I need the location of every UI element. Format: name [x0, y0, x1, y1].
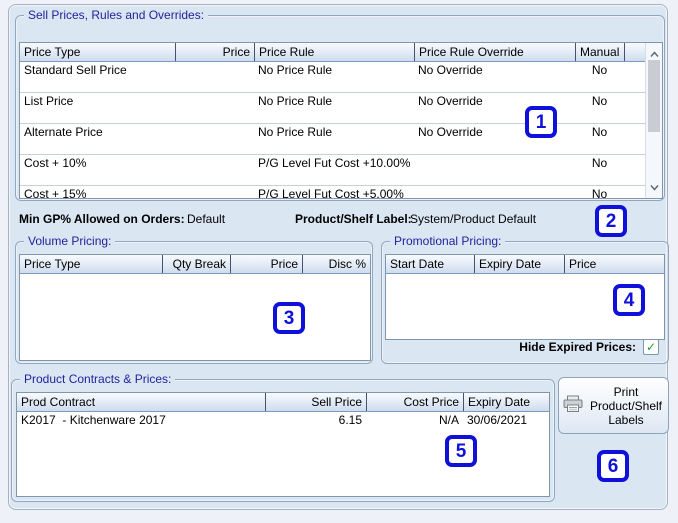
price-cell: $8.00 i$8.80	[175, 62, 254, 92]
filler-cell	[624, 62, 646, 92]
col-sell-price[interactable]: Sell Price	[265, 393, 366, 411]
pricing-panel-frame: Sell Prices, Rules and Overrides: Price …	[8, 4, 668, 510]
print-labels-button[interactable]: Print Product/Shelf Labels	[558, 377, 669, 434]
price-rule-cell: P/G Level Fut Cost +5.00%	[254, 186, 414, 199]
sell-prices-table[interactable]: Price Type Price Price Rule Price Rule O…	[19, 42, 663, 199]
callout-1: 1	[525, 106, 557, 138]
filler-cell	[624, 93, 646, 123]
scroll-down-icon[interactable]	[646, 180, 662, 194]
price-cell: $4.20	[175, 186, 254, 199]
cost-price-cell: N/A	[366, 412, 463, 432]
sell-prices-title: Sell Prices, Rules and Overrides:	[24, 8, 208, 22]
col-vol-price-type[interactable]: Price Type	[20, 255, 162, 273]
product-contracts-header-row: Prod Contract Sell Price Cost Price Expi…	[17, 393, 549, 412]
col-start-date[interactable]: Start Date	[386, 255, 474, 273]
col-price-type[interactable]: Price Type	[20, 43, 175, 61]
col-manual[interactable]: Manual	[575, 43, 624, 61]
price-type-cell: Cost + 15%	[20, 186, 175, 199]
col-cost-price[interactable]: Cost Price	[366, 393, 463, 411]
price-type-cell: Standard Sell Price	[20, 62, 175, 92]
manual-cell: No	[575, 62, 624, 92]
scrollbar-thumb[interactable]	[648, 60, 660, 132]
callout-2: 2	[595, 205, 627, 237]
checkmark-icon: ✓	[646, 341, 656, 353]
price-cell: $7.50 i$8.25	[175, 124, 254, 154]
manual-cell: No	[575, 155, 624, 185]
override-cell	[414, 186, 575, 199]
promotional-pricing-title: Promotional Pricing:	[390, 234, 505, 248]
product-contracts-title: Product Contracts & Prices:	[20, 372, 175, 386]
sell-prices-groupbox: Sell Prices, Rules and Overrides: Price …	[15, 15, 665, 201]
callout-3: 3	[273, 302, 305, 334]
override-cell	[414, 155, 575, 185]
sell-price-cell: 6.15	[265, 412, 366, 432]
shelf-label-label: Product/Shelf Label:	[295, 212, 412, 226]
sell-price-row[interactable]: Standard Sell Price $8.00 i$8.80 No Pric…	[20, 62, 646, 93]
manual-cell: No	[575, 124, 624, 154]
callout-6: 6	[597, 450, 629, 482]
col-promo-price[interactable]: Price	[564, 255, 664, 273]
product-contracts-body: K2017 - Kitchenware 2017 6.15 N/A 30/06/…	[17, 412, 549, 432]
callout-4: 4	[613, 284, 645, 316]
printer-icon	[563, 395, 583, 416]
hide-expired-label: Hide Expired Prices:	[519, 340, 636, 354]
col-expiry-date[interactable]: Expiry Date	[474, 255, 564, 273]
sell-prices-header-row: Price Type Price Price Rule Price Rule O…	[20, 43, 646, 62]
volume-pricing-table[interactable]: Price Type Qty Break Price Disc %	[19, 254, 371, 361]
sell-price-row[interactable]: Cost + 15% $4.20 P/G Level Fut Cost +5.0…	[20, 186, 646, 199]
expiry-cell: 30/06/2021	[463, 412, 549, 432]
col-filler	[624, 43, 646, 61]
filler-cell	[624, 155, 646, 185]
col-vol-price[interactable]: Price	[230, 255, 302, 273]
contract-row[interactable]: K2017 - Kitchenware 2017 6.15 N/A 30/06/…	[17, 412, 549, 432]
col-price-rule-override[interactable]: Price Rule Override	[414, 43, 575, 61]
filler-cell	[624, 124, 646, 154]
price-cell: $6.50 i$7.15	[175, 93, 254, 123]
scroll-up-icon[interactable]	[646, 47, 662, 61]
price-type-cell: Cost + 10%	[20, 155, 175, 185]
shelf-label-value: System/Product Default	[410, 212, 536, 226]
volume-pricing-title: Volume Pricing:	[24, 234, 115, 248]
price-type-cell: Alternate Price	[20, 124, 175, 154]
price-rule-cell: No Price Rule	[254, 62, 414, 92]
min-gp-label: Min GP% Allowed on Orders:	[19, 212, 185, 226]
sell-prices-scrollbar[interactable]	[645, 43, 662, 198]
volume-pricing-groupbox: Volume Pricing: Price Type Qty Break Pri…	[15, 241, 373, 364]
manual-cell: No	[575, 93, 624, 123]
print-labels-label: Print Product/Shelf Labels	[588, 385, 664, 427]
volume-pricing-header-row: Price Type Qty Break Price Disc %	[20, 255, 370, 274]
price-type-cell: List Price	[20, 93, 175, 123]
price-rule-cell: No Price Rule	[254, 124, 414, 154]
col-contract-expiry[interactable]: Expiry Date	[463, 393, 549, 411]
filler-cell	[624, 186, 646, 199]
col-prod-contract[interactable]: Prod Contract	[17, 393, 265, 411]
manual-cell: No	[575, 186, 624, 199]
min-gp-value: Default	[187, 212, 225, 226]
override-cell: No Override	[414, 62, 575, 92]
price-rule-cell: No Price Rule	[254, 93, 414, 123]
col-price[interactable]: Price	[175, 43, 254, 61]
col-price-rule[interactable]: Price Rule	[254, 43, 414, 61]
callout-5: 5	[445, 435, 477, 467]
promotional-pricing-header-row: Start Date Expiry Date Price	[386, 255, 664, 274]
hide-expired-checkbox[interactable]: ✓	[643, 339, 659, 355]
price-rule-cell: P/G Level Fut Cost +10.00%	[254, 155, 414, 185]
col-disc[interactable]: Disc %	[302, 255, 370, 273]
price-cell: $4.40 i$4.84	[175, 155, 254, 185]
contract-cell: K2017 - Kitchenware 2017	[17, 412, 265, 432]
col-qty-break[interactable]: Qty Break	[162, 255, 230, 273]
sell-price-row[interactable]: Cost + 10% $4.40 i$4.84 P/G Level Fut Co…	[20, 155, 646, 186]
